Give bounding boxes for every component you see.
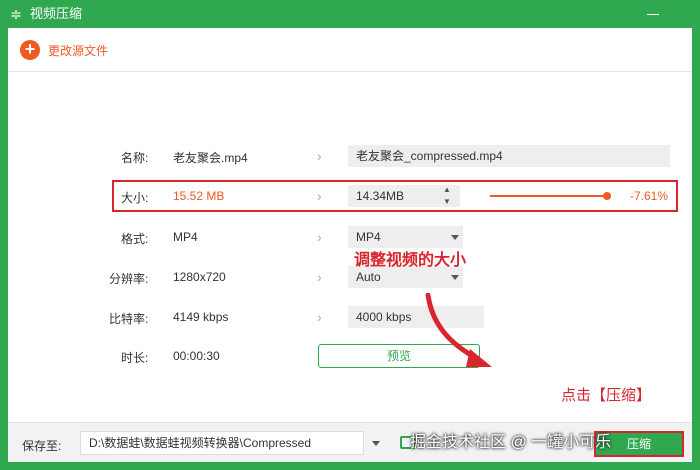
change-source-label: 更改源文件 bbox=[48, 44, 109, 58]
spinner-down-icon[interactable]: ▼ bbox=[442, 198, 452, 206]
compress-annotation: 点击【压缩】 bbox=[561, 387, 652, 404]
size-annotation: 调整视频的大小 bbox=[354, 252, 467, 269]
plus-icon: + bbox=[20, 40, 40, 60]
save-path-field[interactable]: D:\数据蛙\数据蛙视频转换器\Compressed bbox=[80, 431, 364, 455]
name-value: 老友聚会.mp4 bbox=[173, 151, 248, 165]
resolution-value: 1280x720 bbox=[173, 270, 226, 284]
title-bar: ≑ 视频压缩 bbox=[0, 0, 700, 28]
chevron-right-icon: › bbox=[317, 188, 322, 204]
bitrate-label: 比特率: bbox=[109, 312, 149, 326]
chevron-right-icon: › bbox=[317, 269, 322, 285]
annotation-arrow-icon bbox=[425, 293, 492, 367]
format-label: 格式: bbox=[121, 232, 149, 246]
save-to-label: 保存至: bbox=[22, 439, 62, 453]
size-label: 大小: bbox=[121, 191, 149, 205]
resolution-label: 分辨率: bbox=[109, 272, 149, 286]
duration-label: 时长: bbox=[121, 351, 149, 365]
spinner-up-icon[interactable]: ▲ bbox=[442, 186, 452, 194]
format-value: MP4 bbox=[173, 230, 198, 244]
compress-dialog: + 更改源文件 名称: 老友聚会.mp4 › 老友聚会_compressed.m… bbox=[8, 28, 692, 462]
chevron-down-icon[interactable] bbox=[372, 441, 380, 446]
output-name-field[interactable]: 老友聚会_compressed.mp4 bbox=[348, 145, 670, 167]
name-label: 名称: bbox=[121, 151, 149, 165]
size-value: 15.52 MB bbox=[173, 189, 225, 203]
chevron-down-icon[interactable] bbox=[451, 275, 459, 280]
format-select[interactable]: MP4 bbox=[348, 226, 463, 248]
duration-value: 00:00:30 bbox=[173, 349, 220, 363]
window-title: 视频压缩 bbox=[30, 6, 83, 21]
chevron-down-icon[interactable] bbox=[451, 235, 459, 240]
minimize-button[interactable] bbox=[640, 2, 666, 26]
size-slider-handle[interactable] bbox=[603, 192, 611, 200]
chevron-right-icon: › bbox=[317, 229, 322, 245]
size-slider[interactable] bbox=[490, 195, 607, 197]
size-percent: -7.61% bbox=[630, 189, 669, 203]
chevron-right-icon: › bbox=[317, 148, 322, 164]
bitrate-value: 4149 kbps bbox=[173, 310, 229, 324]
chevron-right-icon: › bbox=[317, 309, 322, 325]
equals-icon: ≑ bbox=[10, 6, 22, 22]
divider bbox=[8, 71, 692, 72]
watermark: 掘金技术社区 @ 一罐小可乐 bbox=[410, 434, 612, 451]
